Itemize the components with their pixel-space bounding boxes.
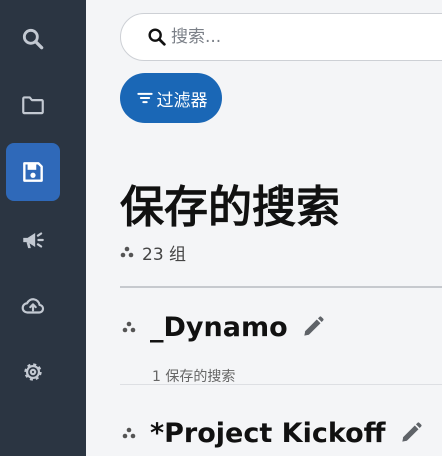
megaphone-icon <box>23 232 44 249</box>
search-icon <box>22 28 44 50</box>
gear-icon <box>24 363 42 381</box>
edit-icon[interactable] <box>398 420 424 446</box>
group-row[interactable]: _Dynamo <box>120 307 326 347</box>
group-count: 23 组 <box>120 241 187 265</box>
group-icon <box>122 321 136 333</box>
group-icon <box>122 427 136 439</box>
page-title: 保存的搜索 <box>120 182 340 233</box>
sidebar-item-settings[interactable] <box>6 343 60 401</box>
group-row[interactable]: *Project Kickoff <box>120 413 424 453</box>
group-name: _Dynamo <box>150 311 288 343</box>
sidebar-item-announcements[interactable] <box>6 211 60 269</box>
main-content: 过滤器 保存的搜索 23 组 _Dynamo 1 保存的搜索 *Proje <box>86 0 442 456</box>
edit-icon[interactable] <box>300 314 326 340</box>
save-icon <box>23 162 43 182</box>
filter-label: 过滤器 <box>156 90 208 111</box>
search-bar[interactable] <box>120 13 442 61</box>
search-icon <box>148 28 166 46</box>
divider <box>120 384 442 385</box>
group-count-text: 23 组 <box>142 244 187 265</box>
group-name: *Project Kickoff <box>150 417 386 449</box>
group-icon <box>120 246 134 258</box>
sidebar <box>0 0 86 456</box>
sidebar-item-search[interactable] <box>6 10 60 68</box>
sidebar-item-saved[interactable] <box>6 143 60 201</box>
sidebar-item-folder[interactable] <box>6 76 60 134</box>
folder-icon <box>22 96 44 115</box>
cloud-upload-icon <box>21 298 45 314</box>
sidebar-item-upload[interactable] <box>6 277 60 335</box>
filter-icon <box>136 92 153 104</box>
search-input[interactable] <box>171 27 431 47</box>
divider <box>120 286 442 288</box>
filter-button[interactable]: 过滤器 <box>120 73 222 123</box>
group-subtitle: 1 保存的搜索 <box>152 369 236 385</box>
